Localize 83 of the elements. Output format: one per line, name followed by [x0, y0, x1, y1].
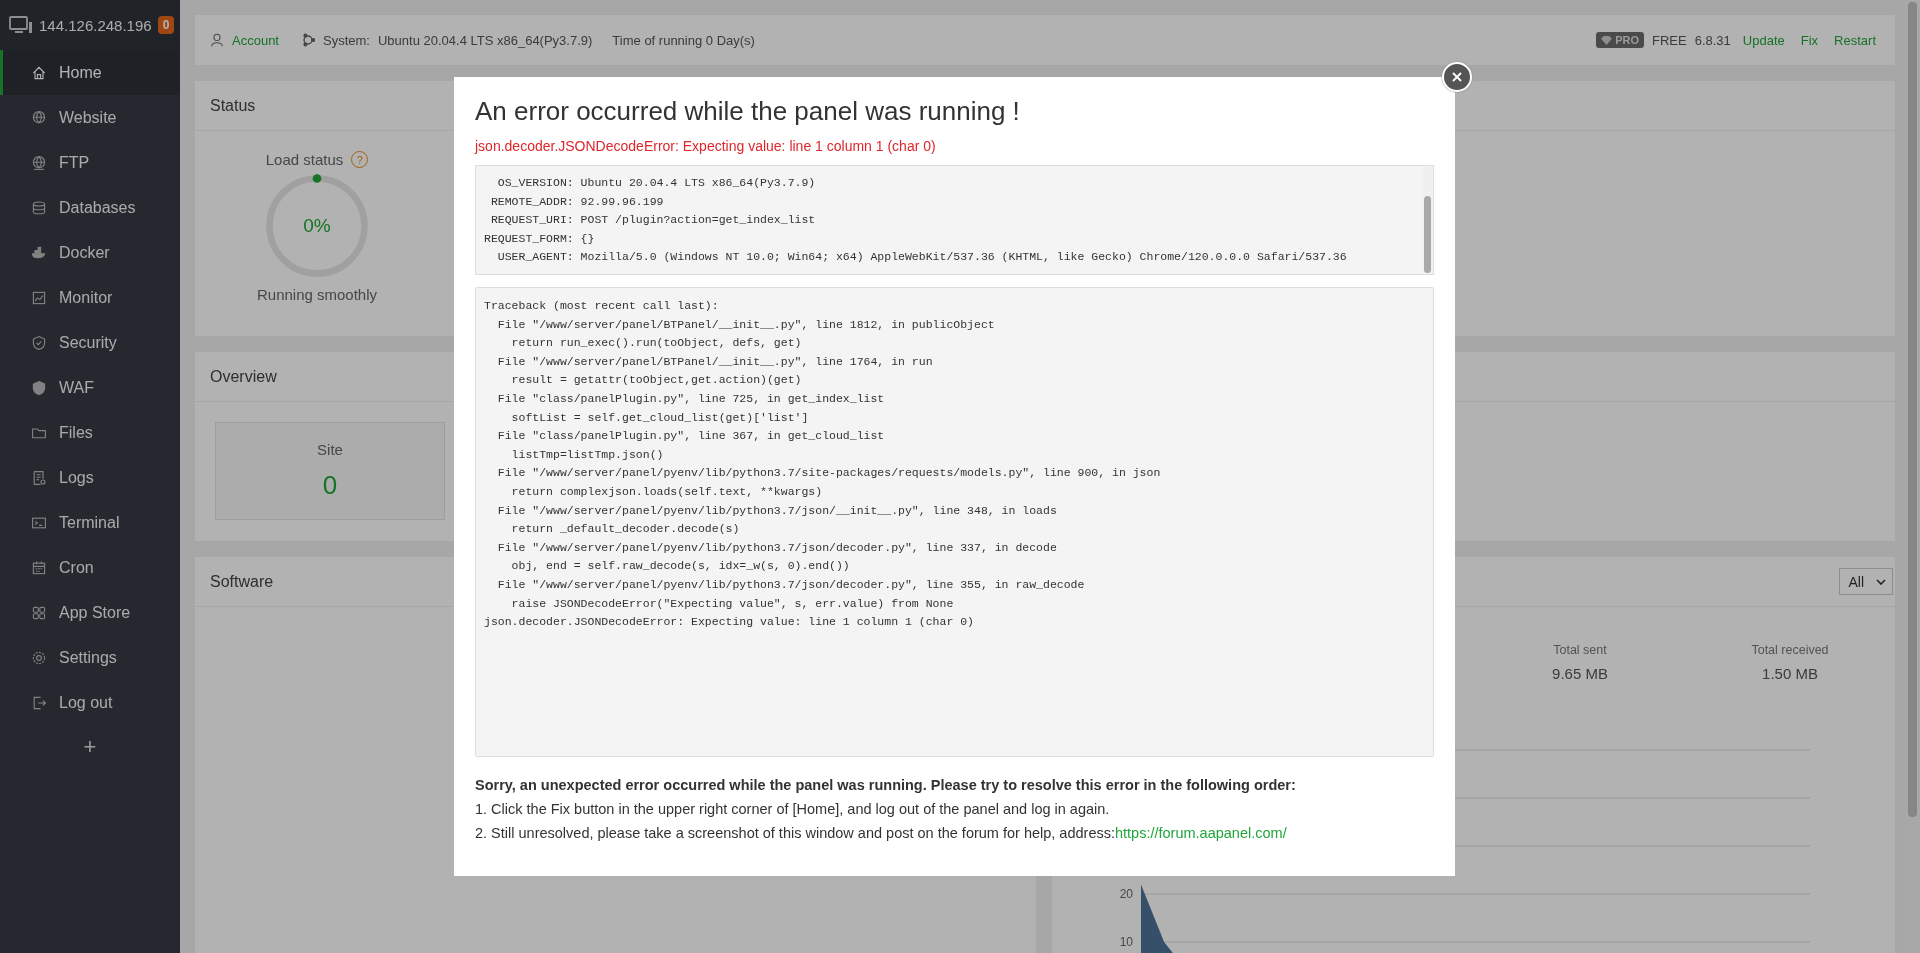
server-address: 144.126.248.196 — [39, 16, 152, 34]
calendar-icon — [31, 559, 47, 576]
scrollbar-thumb[interactable] — [1424, 196, 1431, 273]
add-button[interactable]: + — [70, 725, 110, 769]
dialog-title: An error occurred while the panel was running ! — [475, 95, 1021, 127]
code-line: REQUEST_FORM: {} — [484, 230, 596, 247]
load-status-label: Load status — [265, 151, 344, 168]
sidebar-item[interactable]: Home — [0, 50, 180, 95]
logout-icon — [31, 694, 47, 711]
shield-icon — [31, 379, 47, 396]
edition-text: FREE — [1652, 32, 1687, 48]
chevron-icon — [1876, 578, 1886, 585]
site-count-tile[interactable]: Site 0 — [215, 422, 445, 520]
user-icon — [210, 33, 224, 47]
document-icon — [31, 469, 47, 486]
pro-badge[interactable]: PRO — [1596, 32, 1644, 48]
sidebar-item[interactable]: App Store — [0, 590, 180, 635]
code-line: softList = self.get_cloud_list(get)['list'] — [510, 409, 810, 426]
sidebar-item[interactable]: Files — [0, 410, 180, 455]
home-icon — [31, 64, 47, 81]
stat-label: Total received — [1751, 643, 1829, 657]
error-message: json.decoder.JSONDecodeError: Expecting value: line 1 column 1 (char 0) — [475, 137, 937, 155]
sidebar-item[interactable]: Website — [0, 95, 180, 140]
code-line: OS_VERSION: Ubuntu 20.04.4 LTS x86_64(Py3.7.9) — [496, 175, 817, 191]
help-step: 2. Still unresolved, please take a screenshot of this window and post on the forum for help, address:https://forum.aapanel.com/ — [475, 821, 1434, 845]
code-line: USER_AGENT: Mozilla/5.0 (Windows NT 10.0; Win64; x64) AppleWebKit/537.36 (KHTML, like Gecko) Chrome/120.0.0.0 Safari/537.36 — [496, 249, 1348, 266]
filter-select[interactable]: All — [1839, 568, 1893, 595]
sidebar-item[interactable]: Databases — [0, 185, 180, 230]
help-step: 1. Click the Fix button in the upper right corner of [Home], and log out of the panel and log in again. — [475, 797, 1434, 821]
system-label: System: — [323, 32, 370, 48]
shield-icon — [31, 334, 47, 351]
tile-label: Site — [317, 441, 343, 458]
version-text: 6.8.31 — [1694, 32, 1731, 48]
sidebar-item[interactable]: Logs — [0, 455, 180, 500]
grid-icon — [31, 604, 47, 621]
code-line: REQUEST_URI: POST /plugin?action=get_index_list — [489, 212, 817, 229]
code-line: listTmp=listTmp.json() — [510, 446, 665, 463]
stat-label: Total sent — [1553, 643, 1607, 657]
close-icon — [1451, 71, 1463, 83]
sidebar-item[interactable]: Log out — [0, 680, 180, 725]
globe-icon — [31, 109, 47, 126]
chart-icon — [31, 289, 47, 306]
stat-value: 1.50 MB — [1762, 665, 1818, 682]
code-line: json.decoder.JSONDecodeError: Expecting value: line 1 column 1 (char 0) — [484, 614, 975, 631]
diamond-icon — [1601, 35, 1613, 45]
code-line: File "class/panelPlugin.py", line 367, in get_cloud_list — [496, 428, 886, 445]
system-info: Ubuntu 20.04.4 LTS x86_64(Py3.7.9) — [377, 32, 593, 48]
code-line: File "/www/server/panel/BTPanel/__init__.py", line 1764, in run — [496, 353, 934, 370]
axis-label: 20 — [1119, 887, 1133, 901]
uptime-text: Time of running 0 Day(s) — [612, 32, 755, 48]
whale-icon — [31, 244, 47, 261]
globe-icon — [31, 154, 47, 171]
settings-icon — [31, 649, 47, 666]
ubuntu-icon — [301, 33, 315, 47]
sidebar-item[interactable]: Settings — [0, 635, 180, 680]
sidebar-item[interactable]: WAF — [0, 365, 180, 410]
code-line: return _default_decoder.decode(s) — [510, 521, 741, 538]
forum-link[interactable]: https://forum.aapanel.com/ — [1115, 825, 1287, 841]
sidebar-item[interactable]: FTP — [0, 140, 180, 185]
code-line: result = getattr(toObject,get.action)(get) — [510, 372, 803, 389]
code-line: obj, end = self.raw_decode(s, idx=_w(s, 0).end()) — [510, 558, 851, 575]
sidebar-item[interactable]: Docker — [0, 230, 180, 275]
tile-value: 0 — [322, 470, 338, 501]
sidebar-item[interactable]: Cron — [0, 545, 180, 590]
code-line: Traceback (most recent call last): — [484, 298, 720, 314]
stat-value: 9.65 MB — [1552, 665, 1608, 682]
sidebar-item[interactable]: Monitor — [0, 275, 180, 320]
axis-label: 10 — [1119, 935, 1133, 949]
code-line: REMOTE_ADDR: 92.99.96.199 — [489, 193, 665, 210]
load-caption: Running smoothly — [256, 286, 378, 303]
database-icon — [31, 199, 47, 216]
sidebar-item[interactable]: Security — [0, 320, 180, 365]
sidebar-item[interactable]: Terminal — [0, 500, 180, 545]
code-line: File "/www/server/panel/pyenv/lib/python3.7/json/__init__.py", line 348, in loads — [496, 502, 1058, 519]
code-line: File "/www/server/panel/pyenv/lib/python3.7/site-packages/requests/models.py", line 900, in json — [496, 465, 1162, 482]
code-line: File "/www/server/panel/pyenv/lib/python3.7/json/decoder.py", line 337, in decode — [496, 539, 1058, 556]
monitor-icon — [9, 15, 33, 35]
load-percentage: 0% — [303, 215, 331, 237]
help-heading: Sorry, an unexpected error occurred while the panel was running. Please try to resolve this error in the following order: — [475, 776, 1297, 795]
code-line: return run_exec().run(toObject, defs, get) — [510, 335, 803, 352]
code-line: File "/www/server/panel/BTPanel/__init__.py", line 1812, in publicObject — [496, 316, 996, 333]
close-button[interactable] — [1442, 62, 1472, 92]
code-line: return complexjson.loads(self.text, **kwargs) — [510, 483, 824, 500]
